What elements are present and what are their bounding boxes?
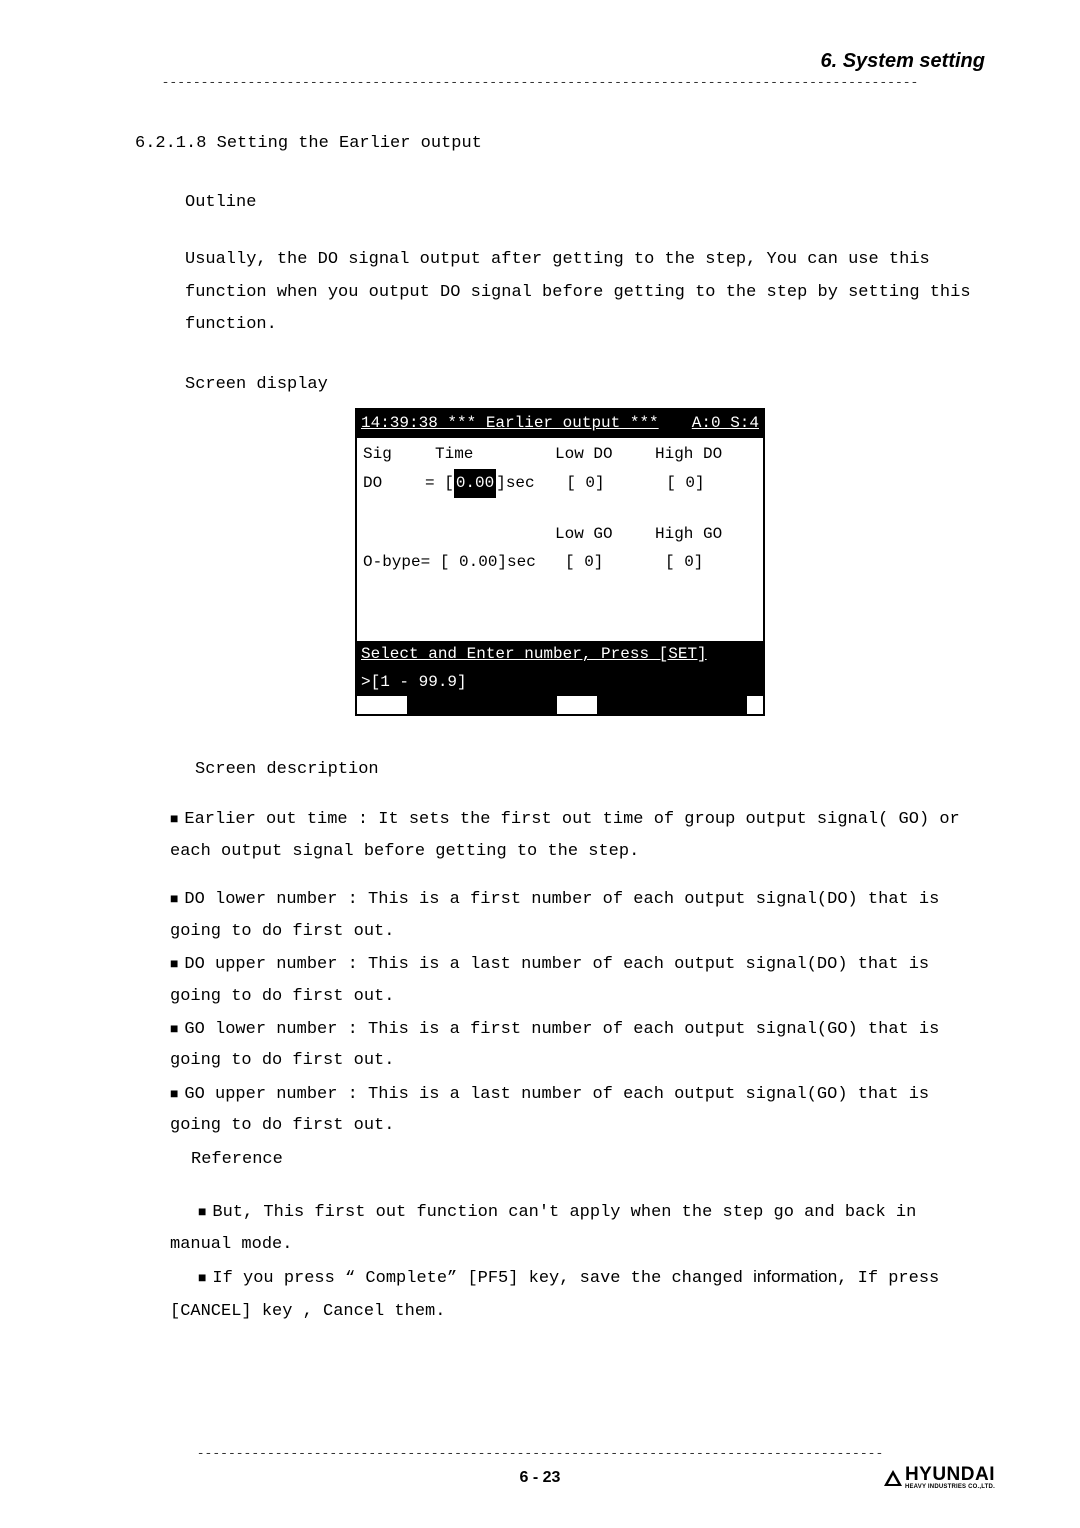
row-do-value[interactable]: 0.00 <box>454 469 496 498</box>
square-bullet-icon: ■ <box>198 1205 206 1221</box>
section-number: 6.2.1.8 Setting the Earlier output <box>135 130 985 157</box>
page-number: 6 - 23 <box>520 1469 561 1487</box>
bullet-earlier-out-time: ■Earlier out time : It sets the first ou… <box>170 804 985 869</box>
row-go-low-val: [ 0] <box>565 548 665 577</box>
hyundai-logo: HYUNDAI HEAVY INDUSTRIES CO.,LTD. <box>884 1465 995 1490</box>
screen-header-left: 14:39:38 *** Earlier output *** <box>361 411 659 437</box>
reference-label: Reference <box>191 1146 985 1173</box>
bullet-do-upper: ■DO upper number : This is a last number… <box>170 949 985 1012</box>
col-time: Time <box>435 440 555 469</box>
black-block-2 <box>597 696 747 714</box>
logo-subtitle: HEAVY INDUSTRIES CO.,LTD. <box>905 1484 995 1490</box>
screen-header-right: A:0 S:4 <box>692 411 759 437</box>
square-bullet-icon: ■ <box>170 892 178 908</box>
row-do-high-val: [ 0] <box>666 469 704 498</box>
row-go-high-val: [ 0] <box>665 548 703 577</box>
logo-triangle-icon <box>884 1470 902 1486</box>
row-do-low-val: [ 0] <box>566 469 666 498</box>
screen-display-label: Screen display <box>185 371 985 398</box>
row-do-label: DO <box>363 469 425 498</box>
screen-footer-instruction: Select and Enter number, Press [SET] <box>357 641 763 669</box>
square-bullet-icon: ■ <box>170 1087 178 1103</box>
screen-footer-range: >[1 - 99.9] <box>357 669 763 697</box>
screen-description-label: Screen description <box>195 756 985 783</box>
reference-item-1: ■But, This first out function can't appl… <box>170 1197 985 1262</box>
bullet-go-upper: ■GO upper number : This is a last number… <box>170 1079 985 1142</box>
logo-text: HYUNDAI <box>905 1465 995 1484</box>
footer-divider: ----------------------------------------… <box>85 1446 995 1461</box>
col-high-do: High DO <box>655 440 722 469</box>
reference-item-2: ■If you press “ Complete” [PF5] key, sav… <box>170 1261 985 1328</box>
col-low-do: Low DO <box>555 440 655 469</box>
outline-label: Outline <box>185 189 985 216</box>
square-bullet-icon: ■ <box>170 957 178 973</box>
black-block-1 <box>407 696 557 714</box>
square-bullet-icon: ■ <box>170 1022 178 1038</box>
screen-display-box: 14:39:38 *** Earlier output *** A:0 S:4 … <box>355 408 765 716</box>
bullet-do-lower: ■DO lower number : This is a first numbe… <box>170 884 985 947</box>
square-bullet-icon: ■ <box>198 1271 206 1287</box>
row-obype: O-bype= [ 0.00]sec <box>363 548 565 577</box>
bullet-go-lower: ■GO lower number : This is a first numbe… <box>170 1014 985 1077</box>
row-do-eq: = [ <box>425 469 454 498</box>
col-sig: Sig <box>363 440 435 469</box>
col-high-go: High GO <box>655 520 722 549</box>
square-bullet-icon: ■ <box>170 812 178 828</box>
top-divider: ----------------------------------------… <box>85 75 995 90</box>
page-header-title: 6. System setting <box>85 50 995 73</box>
screen-header-bar: 14:39:38 *** Earlier output *** A:0 S:4 <box>357 410 763 438</box>
outline-paragraph: Usually, the DO signal output after gett… <box>185 244 985 341</box>
row-do-sec: ]sec <box>496 469 556 498</box>
col-low-go: Low GO <box>555 520 655 549</box>
